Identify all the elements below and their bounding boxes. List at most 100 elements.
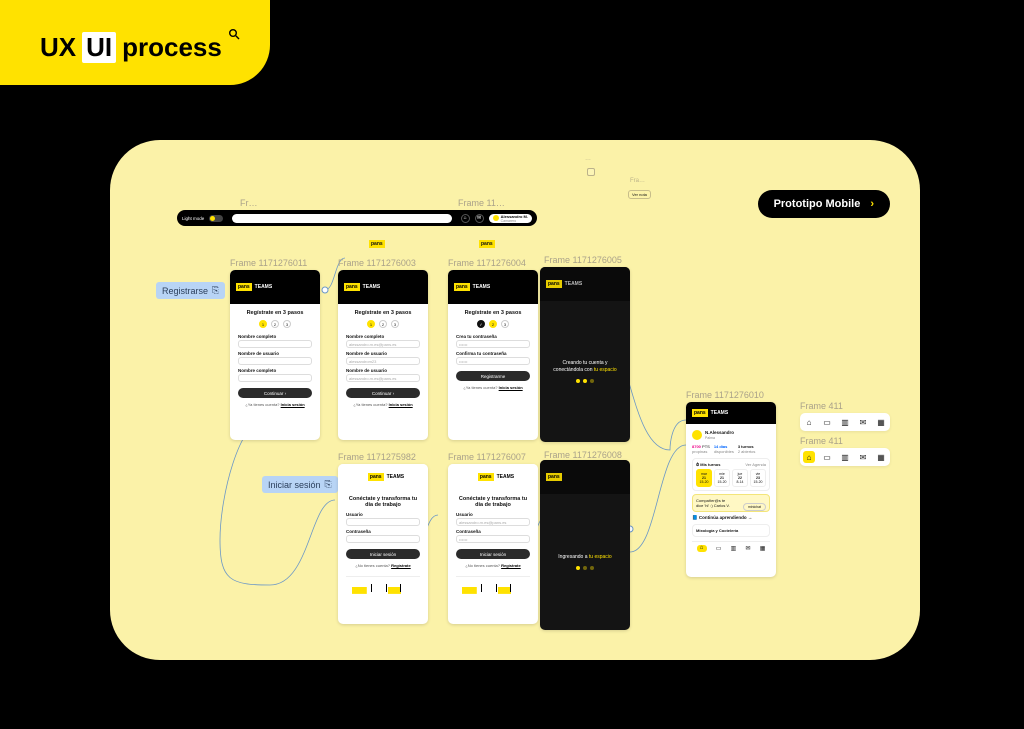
- frame-label: Frame 1171275982: [338, 452, 416, 462]
- flow-tag-register[interactable]: Registrarse ⎘: [156, 282, 225, 299]
- flow-tag-label: Registrarse: [162, 286, 208, 296]
- user-chip[interactable]: Alessandro M. Camarero: [489, 214, 532, 223]
- notification-icon[interactable]: ✉: [475, 214, 484, 223]
- password-field[interactable]: ••••••: [456, 340, 530, 348]
- grid-icon[interactable]: ▦: [875, 416, 887, 428]
- login-button[interactable]: Iniciar sesión: [456, 549, 530, 559]
- screen-login-filled[interactable]: pansTEAMS Conéctate y transforma tudía d…: [448, 464, 538, 624]
- grid-icon[interactable]: ▦: [875, 451, 887, 463]
- courses-icon[interactable]: ▥: [731, 545, 737, 552]
- enter-icon: ⎘: [212, 285, 219, 296]
- frame-label: Frame 1171276008: [544, 450, 622, 460]
- nav-variant-active: ⌂ ▭ ▥ ✉ ▦: [800, 448, 890, 466]
- brand-logo: pans: [236, 283, 252, 291]
- frame-label: Frame 1171276004: [448, 258, 526, 268]
- register-button[interactable]: Registrarme: [456, 371, 530, 381]
- avatar: [692, 430, 702, 440]
- username-field[interactable]: [238, 357, 312, 365]
- light-mode-label: Light mode: [182, 216, 204, 221]
- frame-label-fra: Fra…: [630, 178, 645, 184]
- field-label: Nombre completo: [238, 334, 312, 339]
- have-account-text: ¿Ya tienes cuenta? Inicia sesión: [238, 402, 312, 407]
- user-name: Alessandro M.: [501, 214, 528, 219]
- search-icon: [228, 28, 240, 42]
- screen-signup-step1-filled[interactable]: pansTEAMS Regístrate en 3 pasos 123 Nomb…: [338, 270, 428, 440]
- frame-label: Frame 1171276010: [686, 390, 764, 400]
- chat-icon[interactable]: ✉: [857, 451, 869, 463]
- frame-label: Frame 1171276005: [544, 255, 622, 265]
- screen-login-empty[interactable]: pansTEAMS Conéctate y transforma tudía d…: [338, 464, 428, 624]
- login-user-field[interactable]: [346, 518, 420, 526]
- brand-mark-small: pans: [369, 240, 385, 248]
- login-title: Conéctate y transforma tudía de trabajo: [346, 496, 420, 508]
- swap-card[interactable]: Compañer@s tedice 'hi' :) Carlos V. mini…: [692, 494, 770, 512]
- page-title-badge: UX UI process: [0, 0, 270, 85]
- login-illustration: [456, 576, 530, 600]
- minichat-button[interactable]: minichat: [743, 503, 766, 511]
- courses-icon[interactable]: ▥: [839, 451, 851, 463]
- frame-label: Frame 411: [800, 401, 843, 411]
- login-pass-field[interactable]: [346, 535, 420, 543]
- password-confirm-field[interactable]: ••••••: [456, 357, 530, 365]
- grid-icon[interactable]: ▦: [760, 545, 766, 552]
- enter-icon: ⎘: [325, 479, 332, 490]
- cta-label: Prototipo Mobile: [774, 198, 861, 210]
- chat-icon[interactable]: ✉: [746, 545, 751, 552]
- frame-label: Frame 1171276007: [448, 452, 526, 462]
- email-field[interactable]: alessandro.m.es@pans.es: [346, 374, 420, 382]
- screen-home[interactable]: pansTEAMS N.AlessandroPalma 8700 PTSprop…: [686, 402, 776, 577]
- home-icon[interactable]: ⌂: [803, 451, 815, 463]
- field-label: Nombre completo: [238, 368, 312, 373]
- chat-icon[interactable]: ✉: [857, 416, 869, 428]
- frame-label-fr: Fr…: [240, 198, 258, 208]
- greeting: N.AlessandroPalma: [692, 430, 770, 440]
- login-button[interactable]: Iniciar sesión: [346, 549, 420, 559]
- frame-label: Frame 1171276003: [338, 258, 416, 268]
- continue-button[interactable]: Continuar ›: [238, 388, 312, 398]
- course-card[interactable]: Mixología y Coctelería: [692, 524, 770, 537]
- field-label: Nombre de usuario: [238, 351, 312, 356]
- home-icon[interactable]: ⌂: [697, 545, 707, 552]
- figma-canvas: … Fra… Ver nota Fr… Frame 11… Light mode…: [110, 140, 920, 660]
- calendar-icon[interactable]: ▭: [821, 416, 833, 428]
- login-user-field[interactable]: alessandro.m.es@pans.es: [456, 518, 530, 526]
- screen-loading-enter: pans Ingresando a tu espacio: [540, 460, 630, 630]
- bottom-nav: ⌂ ▭ ▥ ✉ ▦: [692, 541, 770, 552]
- chevron-right-icon: ›: [870, 198, 874, 210]
- frame-label: Frame 411: [800, 436, 843, 446]
- email-field[interactable]: [238, 374, 312, 382]
- cart-icon[interactable]: ⌂: [461, 214, 470, 223]
- continue-button[interactable]: Continuar ›: [346, 388, 420, 398]
- note-pill[interactable]: Ver nota: [628, 190, 651, 199]
- stats-row: 8700 PTSpropinas 14 díasdisponibles 3 tu…: [692, 444, 770, 454]
- flow-tag-login[interactable]: Iniciar sesión ⎘: [262, 476, 338, 493]
- login-link[interactable]: Inicia sesión: [281, 402, 305, 407]
- login-illustration: [346, 576, 420, 600]
- frame-label-f11: Frame 11…: [458, 198, 505, 208]
- home-icon-thumbnail: [587, 168, 595, 176]
- screen-signup-step2[interactable]: pansTEAMS Regístrate en 3 pasos ✓23 Crea…: [448, 270, 538, 440]
- process-label: process: [122, 32, 222, 63]
- calendar-icon[interactable]: ▭: [821, 451, 833, 463]
- user-role: Camarero: [501, 219, 528, 223]
- theme-toggle[interactable]: [209, 215, 223, 222]
- username-field[interactable]: alessandrom23: [346, 357, 420, 365]
- calendar-icon[interactable]: ▭: [716, 545, 722, 552]
- shifts-section[interactable]: ⏱ Mis turnos Ver Agenda mar2115-20 mie21…: [692, 458, 770, 491]
- fullname-field[interactable]: [238, 340, 312, 348]
- prototype-mobile-button[interactable]: Prototipo Mobile ›: [758, 190, 890, 218]
- home-icon[interactable]: ⌂: [803, 416, 815, 428]
- desktop-header-strip: Light mode ⌂ ✉ Alessandro M. Camarero: [177, 210, 537, 226]
- fullname-field[interactable]: alessandro.m.es@pans.es: [346, 340, 420, 348]
- login-pass-field[interactable]: ••••••: [456, 535, 530, 543]
- flow-tag-label: Iniciar sesión: [268, 480, 321, 490]
- frame-label: Frame 1171276011: [230, 258, 307, 268]
- signup-title: Regístrate en 3 pasos: [238, 310, 312, 316]
- frame-label-dots: …: [585, 156, 591, 162]
- avatar: [493, 215, 499, 221]
- ux-label: UX: [40, 32, 76, 63]
- screen-signup-step1-empty[interactable]: pans TEAMS Regístrate en 3 pasos 123 Nom…: [230, 270, 320, 440]
- search-input[interactable]: [232, 214, 451, 223]
- courses-icon[interactable]: ▥: [839, 416, 851, 428]
- brand-mark-small-2: pans: [479, 240, 495, 248]
